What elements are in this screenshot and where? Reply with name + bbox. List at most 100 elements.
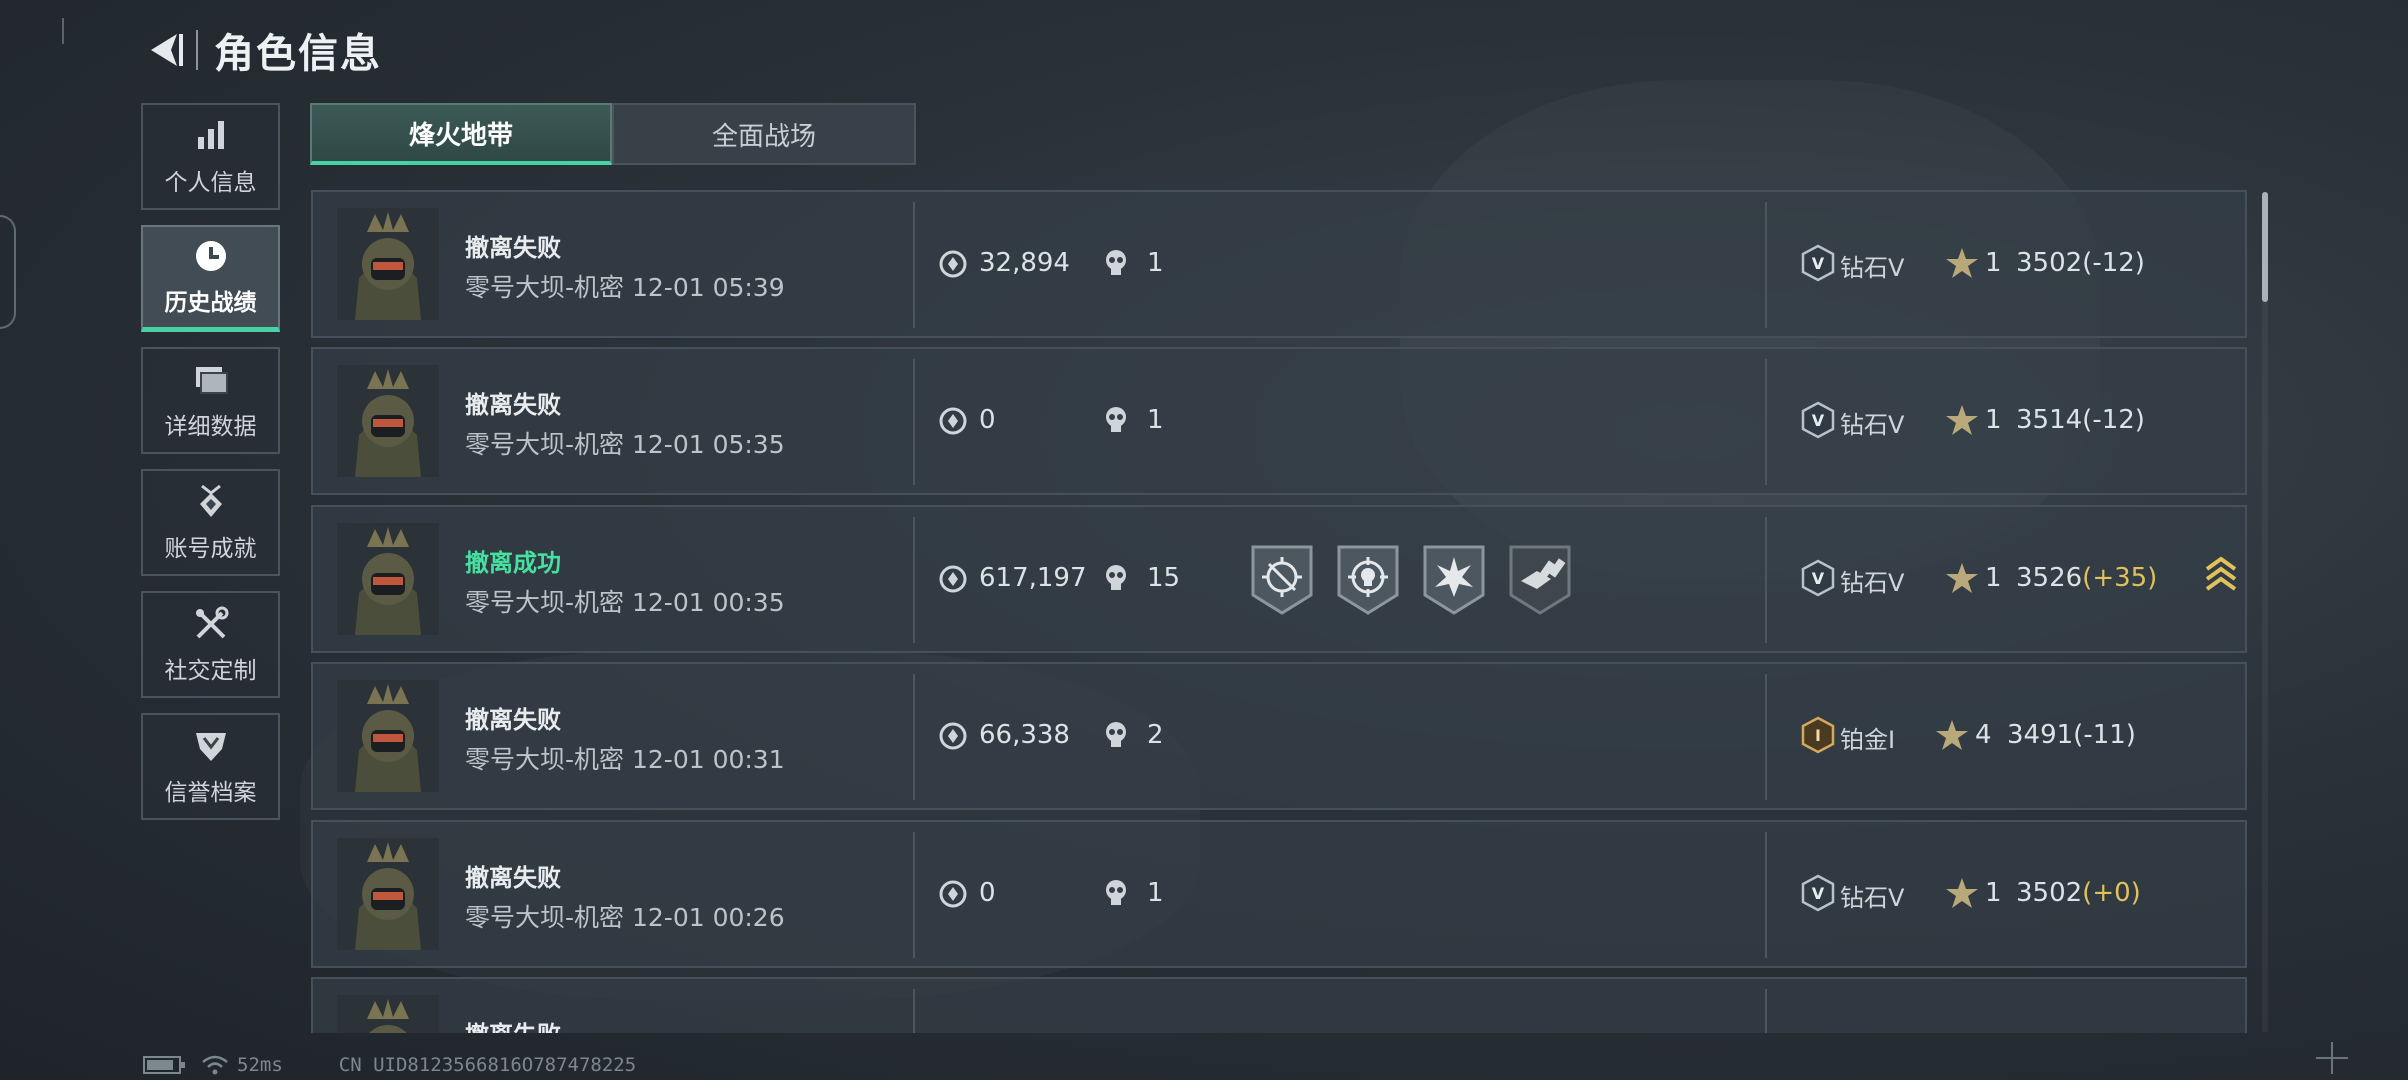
match-record-row[interactable]: 撤离失败 零号大坝-机密 12-01 05:39 32,894 1 V 钻石V … [311, 190, 2247, 338]
star-icon [1946, 878, 1978, 908]
rank-name: 钻石V [1840, 254, 1905, 282]
svg-text:V: V [1812, 569, 1825, 588]
kill-count: 2 [1147, 720, 1164, 750]
loot-value: 32,894 [979, 248, 1070, 278]
medal-icon [192, 483, 230, 521]
extraction-result: 撤离失败 [465, 706, 561, 734]
score-delta: (+0) [2082, 878, 2141, 908]
match-record-row[interactable]: 撤离失败 零号大坝-机密 12-01 00:26 0 1 V 钻石V 1 350… [311, 820, 2247, 968]
map-and-time: 零号大坝-机密 12-01 00:35 [465, 583, 785, 619]
crosshair-icon [2316, 1042, 2348, 1074]
sidebar-item-label: 详细数据 [164, 413, 257, 440]
column-divider [1765, 202, 1767, 328]
side-notch [0, 215, 16, 329]
operator-avatar [337, 208, 439, 320]
rank-score: 3502(+0) [2016, 878, 2141, 908]
tab-full-battlefield[interactable]: 全面战场 [612, 103, 916, 165]
star-icon [1946, 405, 1978, 435]
match-time: 12-01 05:39 [631, 273, 785, 302]
operator-avatar [337, 995, 439, 1033]
currency-icon [939, 880, 967, 908]
sidebar-item-label: 个人信息 [164, 169, 257, 196]
svg-text:V: V [1812, 411, 1825, 430]
map-name: 零号大坝-机密 [465, 273, 625, 302]
achievement-badges [1249, 543, 1573, 617]
crosshair-rotate-badge-icon[interactable] [1249, 543, 1315, 617]
scrollbar-track[interactable] [2262, 192, 2268, 1032]
back-button[interactable] [140, 25, 190, 75]
column-divider [913, 674, 915, 800]
map-name: 零号大坝-机密 [465, 903, 625, 932]
rank-platinum-icon: I [1801, 716, 1835, 754]
map-and-time: 零号大坝-机密 12-01 00:31 [465, 740, 785, 776]
map-and-time: 零号大坝-机密 12-01 00:26 [465, 898, 785, 934]
header-divider [196, 30, 198, 70]
kill-count: 1 [1147, 878, 1164, 908]
user-uid: CN UID8123566816O787478225 [338, 1054, 637, 1076]
match-record-row[interactable]: 撤离成功 零号大坝-机密 12-01 00:35 617,197 15 V 钻石… [311, 505, 2247, 653]
extraction-result: 撤离失败 [465, 864, 561, 892]
map-and-time: 零号大坝-机密 12-01 05:35 [465, 425, 785, 461]
extraction-result: 撤离失败 [465, 234, 561, 262]
operator-avatar [337, 680, 439, 792]
match-time: 12-01 00:35 [631, 588, 785, 617]
column-divider [913, 517, 915, 643]
battery-icon [143, 1056, 185, 1074]
sidebar-item-detailed-data[interactable]: 详细数据 [141, 347, 280, 454]
match-record-row[interactable]: 撤离失败 零号大坝-机密 12-01 05:35 0 1 V 钻石V 1 351… [311, 347, 2247, 495]
mode-tabs: 烽火地带 全面战场 [310, 103, 916, 165]
tab-warzone[interactable]: 烽火地带 [310, 103, 612, 165]
match-history-list[interactable]: 撤离失败 零号大坝-机密 12-01 05:39 32,894 1 V 钻石V … [311, 190, 2249, 1033]
match-record-row[interactable]: 撤离失败 零号大坝-机密 12-01 00:31 66,338 2 I 铂金I … [311, 662, 2247, 810]
rank-score: 3526(+35) [2016, 563, 2157, 593]
scrollbar-thumb[interactable] [2262, 192, 2268, 302]
loot-value: 617,197 [979, 563, 1087, 593]
extraction-result: 撤离成功 [465, 549, 561, 577]
sidebar-item-social-customization[interactable]: 社交定制 [141, 591, 280, 698]
operator-avatar [337, 523, 439, 635]
sidebar-item-label: 账号成就 [164, 535, 257, 562]
column-divider [1765, 832, 1767, 958]
star-icon [1936, 720, 1968, 750]
map-name: 零号大坝-机密 [465, 588, 625, 617]
sidebar-item-reputation[interactable]: 信誉档案 [141, 713, 280, 820]
match-time: 12-01 00:26 [631, 903, 785, 932]
currency-icon [939, 407, 967, 435]
skull-icon [1106, 880, 1126, 905]
explosion-badge-icon[interactable] [1421, 543, 1487, 617]
column-divider [1765, 359, 1767, 485]
column-divider [913, 202, 915, 328]
skull-icon [1106, 407, 1126, 432]
match-record-row[interactable]: 撤离失败 [311, 977, 2247, 1033]
rank-name: 钻石V [1840, 411, 1905, 439]
map-name: 零号大坝-机密 [465, 745, 625, 774]
sidebar-item-personal-info[interactable]: 个人信息 [141, 103, 280, 210]
rank-diamond-icon: V [1801, 401, 1835, 439]
kill-count: 15 [1147, 563, 1181, 593]
score-value: 3502 [2016, 248, 2083, 278]
sidebar: 个人信息 历史战绩 详细数据 账号成就 社交定制 信誉档案 [141, 103, 280, 835]
wifi-icon [202, 1055, 228, 1075]
sidebar-item-achievements[interactable]: 账号成就 [141, 469, 280, 576]
status-bar: 52ms CN UID8123566816O787478225 [143, 1054, 636, 1076]
column-divider [913, 832, 915, 958]
rank-name: 铂金I [1840, 726, 1896, 754]
shield-icon [192, 727, 230, 765]
ammo-hand-badge-icon[interactable] [1507, 543, 1573, 617]
score-delta: (-12) [2082, 405, 2145, 435]
score-value: 3502 [2016, 878, 2083, 908]
rank-name: 钻石V [1840, 884, 1905, 912]
svg-text:V: V [1812, 254, 1825, 273]
operator-avatar [337, 365, 439, 477]
svg-text:I: I [1815, 726, 1821, 745]
star-icon [1946, 248, 1978, 278]
back-arrow-icon [151, 34, 183, 66]
star-count: 1 [1985, 563, 2002, 593]
currency-icon [939, 250, 967, 278]
sidebar-item-history[interactable]: 历史战绩 [141, 225, 280, 332]
tools-icon [192, 605, 230, 643]
bar-chart-icon [192, 117, 230, 155]
target-skull-badge-icon[interactable] [1335, 543, 1401, 617]
svg-text:V: V [1812, 884, 1825, 903]
column-divider [1765, 517, 1767, 643]
